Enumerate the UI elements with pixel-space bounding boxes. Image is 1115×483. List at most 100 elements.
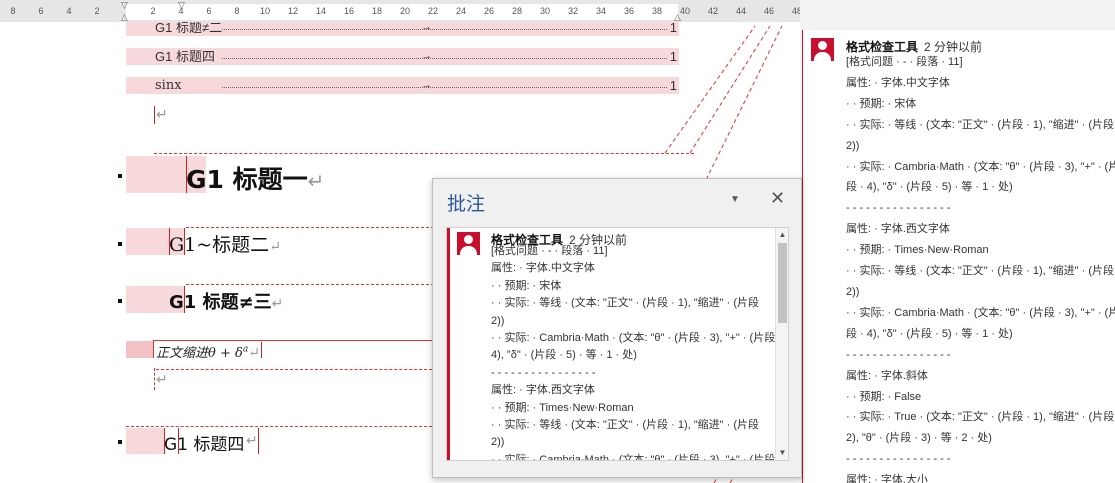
ruler-tick: 36 [623, 6, 635, 16]
insertion-markup-line [156, 369, 432, 370]
paragraph-mark: ↵ [156, 371, 168, 387]
paragraph-mark: ↵ [271, 296, 284, 312]
toc-entry-title: sinx [155, 78, 182, 93]
comment-line: - - - - - - - - - - - - - - - - [846, 202, 951, 215]
ruler-tick: 2 [150, 6, 156, 16]
comment-line: 属性: · 字体.大小 [846, 474, 928, 483]
comment-line: · · 实际: · 等线 · (文本: "正文" · (片段 · 1), "缩进… [846, 118, 1114, 131]
heading-1[interactable]: G1 标题一↵ [186, 160, 324, 196]
ruler-tick: 42 [707, 6, 719, 16]
comment-line: 4), "δ" · (片段 · 5) · 等 · 1 · 处) [491, 349, 637, 362]
hanging-indent-marker[interactable]: ▽ [178, 0, 185, 11]
ruler-tick: 24 [455, 6, 467, 16]
revision-bar [153, 340, 154, 358]
dialog-title: 批注 [447, 194, 486, 215]
comment-line: · · 实际: · Cambria·Math · (文本: "θ" · (片段 … [491, 453, 776, 461]
user-avatar-icon [457, 232, 480, 255]
comment-line: 2)) [491, 314, 505, 327]
tab-arrow: → [421, 50, 432, 62]
comment-body[interactable]: [格式问题 · - · 段落 · 11] 属性: · 字体.中文字体 · · 预期:… [491, 243, 776, 461]
ruler-tick: 8 [234, 6, 240, 16]
ruler-tick: 8 [10, 6, 16, 16]
ruler-tick: 40 [679, 6, 691, 16]
ruler-tick: 18 [371, 6, 383, 16]
toc-entry-sinx[interactable]: sinx → 1 [126, 77, 679, 94]
heading-bullet [118, 299, 122, 303]
body-text: 正文缩进θ + δ [156, 346, 243, 361]
scrollbar-thumb[interactable] [778, 243, 787, 323]
tab-arrow: → [421, 22, 432, 33]
toc-page-number: 1 [669, 22, 677, 35]
ruler-tick: 6 [38, 6, 44, 16]
comment-line: · · 预期: · 宋体 [846, 97, 917, 110]
ruler-tick: 10 [259, 6, 271, 16]
user-avatar-icon [811, 38, 834, 61]
ruler-tick: 30 [539, 6, 551, 16]
heading-3[interactable]: G1 标题≠三↵ [169, 288, 283, 314]
comment-line: [格式问题 · - · 段落 · 11] [491, 245, 608, 257]
comment-line: 2)) [846, 139, 860, 152]
ruler-tick: 38 [651, 6, 663, 16]
comment-line: · · 实际: · 等线 · (文本: "正文" · (片段 · 1), "缩进… [846, 265, 1114, 278]
revision-bar [154, 106, 155, 124]
revision-bar [261, 342, 262, 358]
toc-entry-title: G1 标题四 [155, 49, 215, 64]
heading-4-text: G1 标题四 [164, 435, 245, 455]
scroll-down-icon[interactable]: ▼ [776, 446, 788, 460]
comment-body[interactable]: [格式问题 · - · 段落 · 11] 属性: · 字体.中文字体 · · 预期:… [846, 52, 1115, 483]
comment-line: 属性: · 字体.斜体 [846, 369, 928, 382]
ruler-tick: 2 [94, 6, 100, 16]
paragraph-mark: ↵ [248, 345, 260, 361]
ruler-tick: 22 [427, 6, 439, 16]
scroll-up-icon[interactable]: ▲ [776, 228, 788, 242]
comment-scrollbar[interactable]: ▲ ▼ [775, 228, 788, 460]
horizontal-ruler[interactable]: 8 6 4 2 2 4 6 8 10 12 14 16 18 20 22 24 26 28 30 32 34 36 38 40… [0, 0, 802, 23]
comment-line: · · 预期: · 宋体 [491, 279, 562, 292]
heading-bullet [118, 242, 122, 246]
close-icon[interactable]: ✕ [770, 188, 785, 209]
body-highlight [126, 341, 153, 358]
comment-line: 2)) [846, 285, 860, 298]
body-paragraph[interactable]: 正文缩进θ + δa↵ [156, 342, 260, 361]
comment-line: 段 · 4), "δ" · (片段 · 5) · 等 · 1 · 处) [846, 181, 1013, 194]
comment-line: - - - - - - - - - - - - - - - - [491, 366, 596, 379]
heading-4[interactable]: G1 标题四 [164, 430, 244, 455]
paragraph-mark: ↵ [246, 432, 258, 448]
toc-entry-h2[interactable]: G1 标题≠二 → 1 [126, 22, 679, 36]
comment-accent-bar [447, 228, 450, 460]
heading-2[interactable]: G1~标题二↵ [169, 230, 281, 257]
insertion-markup-line [153, 340, 433, 341]
ruler-tick: 4 [66, 6, 72, 16]
toc-leader-dots [222, 87, 667, 88]
ruler-tick: 6 [206, 6, 212, 16]
comment-line: 2)) [491, 436, 505, 449]
ruler-tick: 34 [595, 6, 607, 16]
comment-line: 属性: · 字体.中文字体 [491, 262, 595, 275]
comment-line: · · 预期: · Times·New·Roman [491, 401, 634, 414]
paragraph-mark: ↵ [156, 106, 168, 122]
heading-1-text: G1 标题一 [186, 165, 308, 194]
comment-line: 2), "θ" · (片段 · 3) · 等 · 2 · 处) [846, 432, 992, 445]
comment-dialog[interactable]: 批注 ▼ ✕ 格式检查工具 2 分钟以前 [格式问题 · - · 段落 · 11]… [432, 178, 802, 478]
insertion-markup-line [126, 426, 432, 427]
toc-page-number: 1 [669, 78, 677, 93]
comment-line: 属性: · 字体.中文字体 [846, 76, 950, 89]
ruler-tick: 44 [735, 6, 747, 16]
comment-card[interactable]: 格式检查工具 2 分钟以前 [格式问题 · - · 段落 · 11] 属性: · 字… [446, 227, 789, 461]
comment-line: - - - - - - - - - - - - - - - - [846, 453, 951, 466]
ruler-tick: 14 [315, 6, 327, 16]
comments-pane[interactable]: 格式检查工具 2 分钟以前 [格式问题 · - · 段落 · 11] 属性: · 字… [802, 30, 1115, 483]
chevron-down-icon[interactable]: ▼ [730, 194, 740, 205]
comment-line: · · 实际: · Cambria·Math · (文本: "θ" · (片段 … [846, 306, 1115, 319]
insertion-markup-line [186, 284, 434, 285]
toc-entry-h4[interactable]: G1 标题四 → 1 [126, 48, 679, 65]
toc-leader-dots [222, 29, 667, 30]
comment-line: 段 · 4), "δ" · (片段 · 5) · 等 · 1 · 处) [846, 327, 1013, 340]
toc-leader-dots [222, 58, 667, 59]
first-line-indent-marker[interactable]: ▽ [121, 0, 128, 11]
tab-arrow: → [421, 79, 432, 91]
comment-line: · · 实际: · 等线 · (文本: "正文" · (片段 · 1), "缩进… [491, 297, 759, 310]
ruler-tick: 46 [763, 6, 775, 16]
heading-3-text: G1 标题≠三 [169, 292, 272, 313]
comment-line: [格式问题 · - · 段落 · 11] [846, 56, 963, 68]
